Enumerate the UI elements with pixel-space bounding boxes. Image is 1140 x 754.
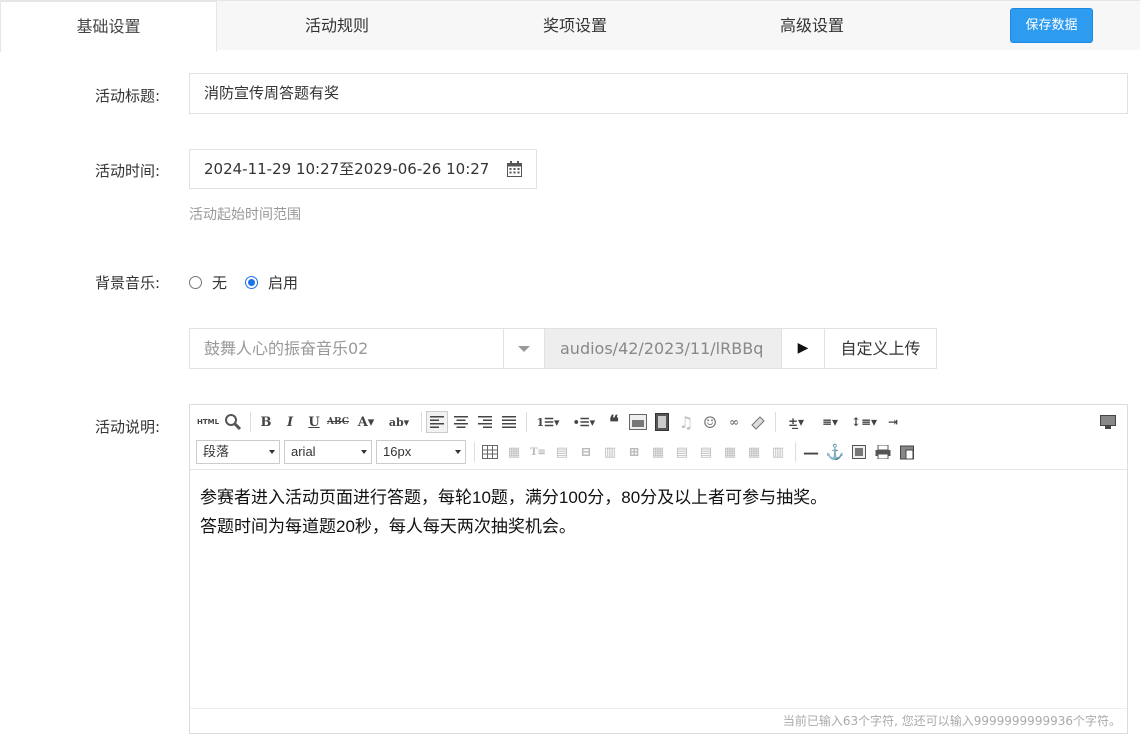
toolbar-separator: [775, 412, 776, 432]
editor-content[interactable]: 参赛者进入活动页面进行答题，每轮10题，满分100分，80分及以上者可参与抽奖。…: [200, 483, 827, 541]
video-icon[interactable]: [651, 411, 673, 433]
time-label: 活动时间:: [94, 162, 160, 180]
split-cols-icon[interactable]: ▥: [767, 441, 789, 463]
insert-col-icon[interactable]: ▥: [599, 441, 621, 463]
strikethrough-icon[interactable]: ABC: [327, 411, 349, 433]
music-radio-group: 无 启用: [189, 272, 316, 292]
underline-icon[interactable]: U: [303, 411, 325, 433]
custom-upload-button[interactable]: 自定义上传: [825, 328, 937, 369]
music-select-value: 鼓舞人心的振奋音乐02: [204, 339, 369, 358]
chevron-down-icon[interactable]: [518, 346, 530, 352]
merge-down-icon[interactable]: ▤: [695, 441, 717, 463]
toolbar-separator: [474, 442, 475, 462]
preview-icon[interactable]: [222, 411, 244, 433]
editor-toolbar: HTML B I U ABC A▾ ab▾ 1☰▾ •☰▾ ❝ ♫ ☺ ∞ ±̲…: [190, 405, 1127, 470]
time-range-input[interactable]: 2024-11-29 10:27至2029-06-26 10:27: [189, 149, 537, 189]
print-icon[interactable]: [872, 441, 894, 463]
font-size-select[interactable]: 16px: [376, 440, 466, 464]
highlight-icon[interactable]: ab▾: [383, 411, 415, 433]
insert-caption-icon[interactable]: T≡: [527, 441, 549, 463]
delete-row-icon[interactable]: ⊟: [575, 441, 597, 463]
music-path-field: audios/42/2023/11/lRBBq: [545, 328, 782, 369]
radio-none[interactable]: [189, 275, 202, 289]
font-family-select[interactable]: arial: [284, 440, 372, 464]
calendar-icon[interactable]: [507, 161, 522, 177]
music-icon[interactable]: ♫: [675, 411, 697, 433]
fullscreen-icon[interactable]: [1097, 411, 1119, 433]
delete-table-icon[interactable]: ▦: [503, 441, 525, 463]
rich-text-editor[interactable]: HTML B I U ABC A▾ ab▾ 1☰▾ •☰▾ ❝ ♫ ☺ ∞ ±̲…: [189, 404, 1128, 734]
insert-table-icon[interactable]: [479, 441, 501, 463]
toolbar-separator: [421, 412, 422, 432]
time-range-value: 2024-11-29 10:27至2029-06-26 10:27: [204, 160, 490, 178]
align-right-icon[interactable]: [474, 411, 496, 433]
delete-col-icon[interactable]: ⊞: [623, 441, 645, 463]
time-hint: 活动起始时间范围: [189, 207, 301, 223]
title-input[interactable]: 消防宣传周答题有奖: [189, 73, 1128, 114]
paste-icon[interactable]: [896, 441, 918, 463]
paragraph-select[interactable]: 段落: [196, 440, 280, 464]
desc-label: 活动说明:: [94, 418, 160, 436]
toolbar-row-2: 段落 arial 16px ▦ T≡ ▤ ⊟ ▥ ⊞ ▦ ▤ ▤ ▦ ▦ ▥ —…: [196, 439, 920, 465]
italic-icon[interactable]: I: [279, 411, 301, 433]
character-counter: 当前已输入63个字符, 您还可以输入9999999999936个字符。: [782, 714, 1121, 728]
select-divider: [503, 329, 504, 368]
music-label: 背景音乐:: [94, 274, 160, 292]
emoji-icon[interactable]: ☺: [699, 411, 721, 433]
blockquote-icon[interactable]: ❝: [603, 411, 625, 433]
play-button[interactable]: ▶: [782, 328, 825, 369]
toolbar-separator: [795, 442, 796, 462]
toolbar-separator: [250, 412, 251, 432]
save-button[interactable]: 保存数据: [1010, 8, 1093, 43]
toolbar-row-1: HTML B I U ABC A▾ ab▾ 1☰▾ •☰▾ ❝ ♫ ☺ ∞ ±̲…: [196, 409, 981, 435]
image-icon[interactable]: [627, 411, 649, 433]
horizontal-rule-icon[interactable]: —: [800, 441, 822, 463]
content-line: 答题时间为每道题20秒，每人每天两次抽奖机会。: [200, 517, 576, 536]
tab-activity-rules[interactable]: 活动规则: [228, 1, 446, 51]
line-height-icon[interactable]: ↕≡▾: [848, 411, 880, 433]
link-icon[interactable]: ∞: [723, 411, 745, 433]
tab-prize-settings[interactable]: 奖项设置: [466, 1, 684, 51]
split-rows-icon[interactable]: ▦: [743, 441, 765, 463]
align-justify-icon[interactable]: [498, 411, 520, 433]
tab-advanced-settings[interactable]: 高级设置: [703, 1, 921, 51]
radio-enable[interactable]: [245, 275, 259, 289]
editor-footer-divider: [190, 708, 1127, 709]
split-cells-icon[interactable]: ▦: [719, 441, 741, 463]
unordered-list-icon[interactable]: •☰▾: [567, 411, 601, 433]
align-left-icon[interactable]: [426, 411, 448, 433]
radio-enable-label: 启用: [268, 273, 299, 292]
anchor-icon[interactable]: ⚓: [824, 441, 846, 463]
align-center-icon[interactable]: [450, 411, 472, 433]
content-line: 参赛者进入活动页面进行答题，每轮10题，满分100分，80分及以上者可参与抽奖。: [200, 488, 828, 507]
eraser-icon[interactable]: [747, 411, 769, 433]
merge-cells-icon[interactable]: ▦: [647, 441, 669, 463]
indent-icon[interactable]: ⇥: [882, 411, 904, 433]
tab-bar: 基础设置 活动规则 奖项设置 高级设置 保存数据: [0, 0, 1140, 52]
insert-row-icon[interactable]: ▤: [551, 441, 573, 463]
font-color-icon[interactable]: A▾: [351, 411, 381, 433]
radio-none-label: 无: [212, 273, 228, 292]
tab-basic-settings[interactable]: 基础设置: [0, 1, 217, 52]
html-source-icon[interactable]: HTML: [196, 411, 220, 433]
ordered-list-icon[interactable]: 1☰▾: [531, 411, 565, 433]
merge-right-icon[interactable]: ▤: [671, 441, 693, 463]
row-spacing-bottom-icon[interactable]: ≡▾: [814, 411, 846, 433]
bold-icon[interactable]: B: [255, 411, 277, 433]
title-label: 活动标题:: [94, 87, 160, 105]
toolbar-separator: [526, 412, 527, 432]
row-spacing-top-icon[interactable]: ±̲▾: [780, 411, 812, 433]
insert-frame-icon[interactable]: [848, 441, 870, 463]
music-select[interactable]: 鼓舞人心的振奋音乐02: [189, 328, 545, 369]
